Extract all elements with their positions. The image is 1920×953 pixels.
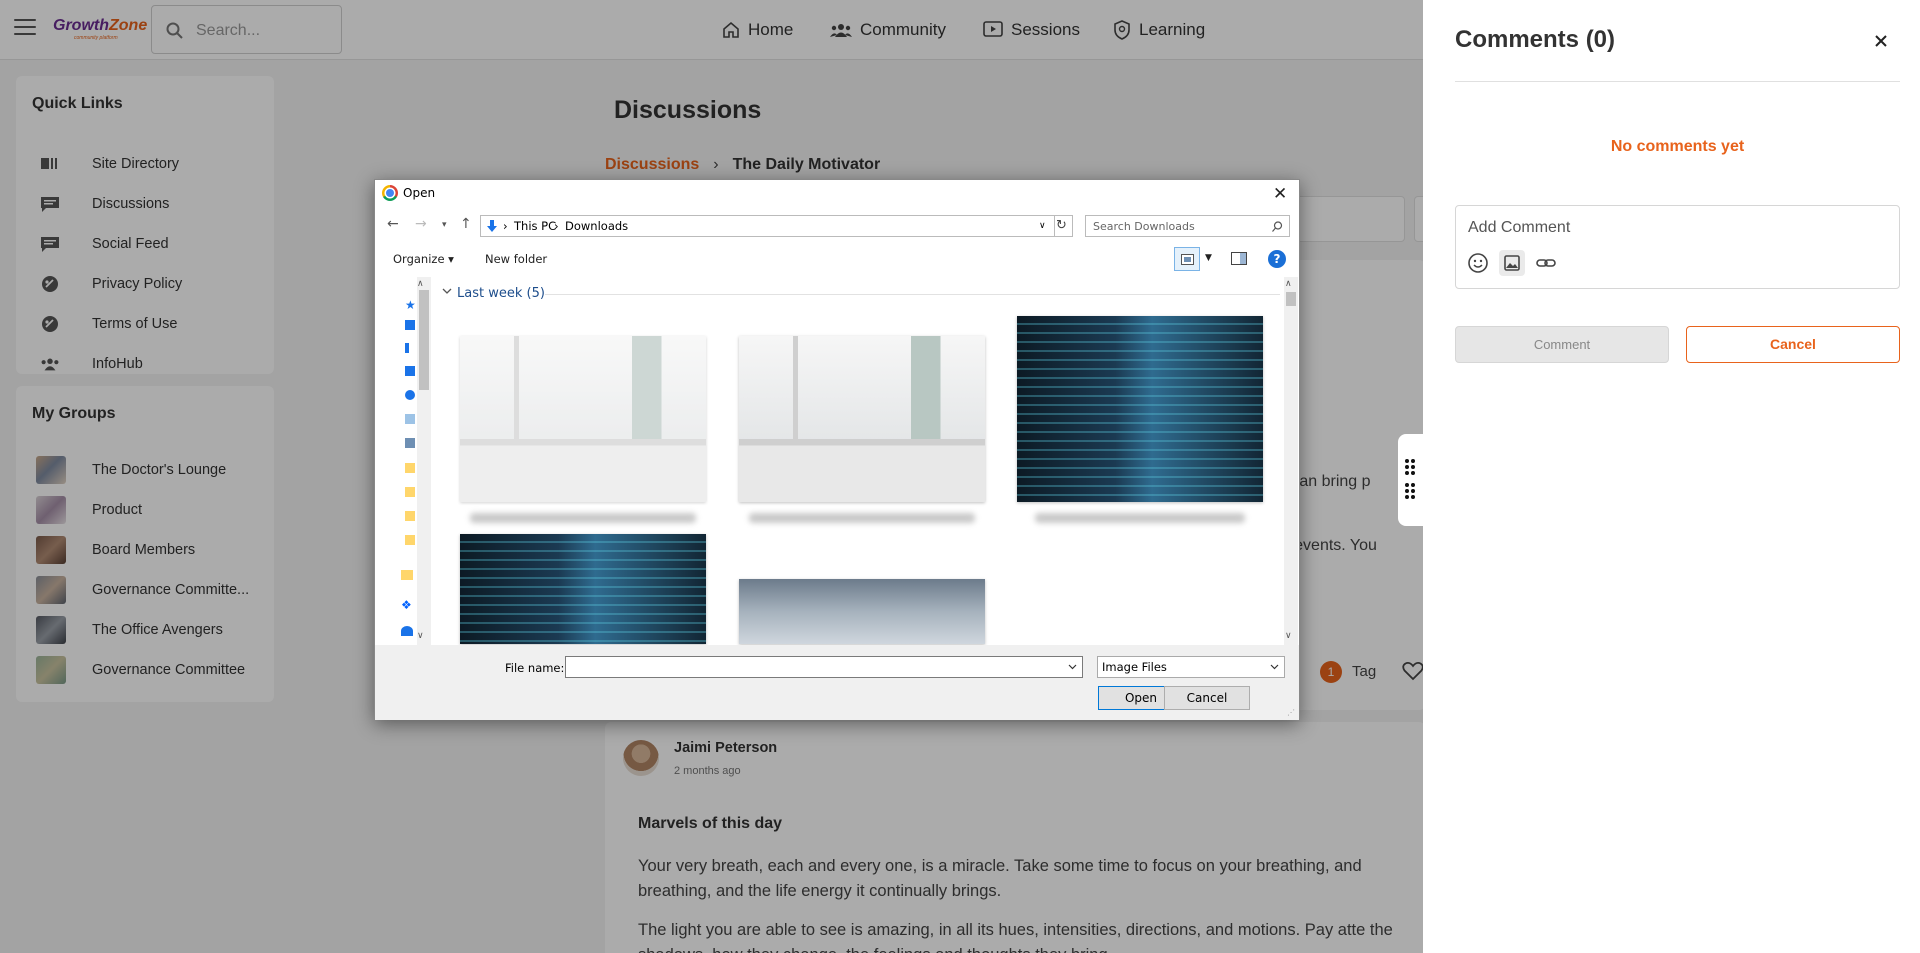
dialog-search-input[interactable]: Search Downloads bbox=[1085, 215, 1290, 237]
onedrive-icon[interactable] bbox=[405, 390, 415, 400]
scroll-up-icon[interactable]: ∧ bbox=[1285, 279, 1292, 289]
comment-input[interactable]: Add Comment bbox=[1455, 205, 1900, 289]
new-folder-button[interactable]: New folder bbox=[485, 252, 547, 266]
navigation-pane-scroll-thumb[interactable] bbox=[419, 290, 429, 390]
group-divider bbox=[545, 294, 1280, 295]
downloads-icon bbox=[487, 220, 497, 232]
link-icon[interactable] bbox=[1533, 250, 1559, 276]
file-name-input[interactable] bbox=[565, 656, 1083, 678]
emoji-icon[interactable] bbox=[1465, 250, 1491, 276]
file-type-dropdown-icon bbox=[1270, 664, 1279, 670]
image-icon[interactable] bbox=[1499, 250, 1525, 276]
large-icons-view-icon bbox=[1181, 254, 1194, 265]
file-name-caption bbox=[749, 513, 975, 523]
scroll-up-icon[interactable]: ∧ bbox=[417, 279, 424, 289]
folder-icon[interactable] bbox=[405, 487, 415, 497]
image-file-thumbnail[interactable] bbox=[739, 336, 985, 502]
folder-icon[interactable] bbox=[405, 511, 415, 521]
file-list-scroll-thumb[interactable] bbox=[1286, 292, 1296, 306]
address-separator: › bbox=[554, 219, 559, 233]
address-bar[interactable]: › This PC › Downloads ∨ bbox=[480, 215, 1055, 237]
folder-icon[interactable] bbox=[401, 570, 413, 580]
dropbox-icon[interactable] bbox=[405, 366, 415, 376]
close-icon[interactable] bbox=[1874, 34, 1888, 48]
comment-submit-button[interactable]: Comment bbox=[1455, 326, 1669, 363]
drawer-drag-handle[interactable] bbox=[1398, 434, 1424, 526]
comment-cancel-button[interactable]: Cancel bbox=[1686, 326, 1900, 363]
file-name-label: File name: bbox=[505, 661, 565, 675]
file-type-value: Image Files bbox=[1102, 660, 1167, 674]
file-group-header[interactable]: Last week (5) bbox=[457, 286, 545, 301]
pictures-icon[interactable] bbox=[405, 438, 415, 448]
image-file-thumbnail[interactable] bbox=[460, 336, 706, 502]
downloads-nav-icon[interactable] bbox=[405, 343, 409, 353]
address-separator: › bbox=[503, 219, 508, 233]
empty-state-text: No comments yet bbox=[1610, 138, 1745, 155]
folder-icon[interactable] bbox=[405, 535, 415, 545]
dropbox-icon[interactable]: ❖ bbox=[401, 598, 412, 612]
dialog-search-placeholder: Search Downloads bbox=[1093, 220, 1195, 233]
scroll-down-icon[interactable]: ∨ bbox=[1285, 631, 1292, 641]
view-options-chevron-icon[interactable]: ▼ bbox=[1205, 253, 1212, 263]
refresh-icon[interactable]: ↻ bbox=[1051, 215, 1073, 237]
documents-icon[interactable] bbox=[405, 414, 415, 424]
file-name-caption bbox=[470, 513, 696, 523]
folder-icon[interactable] bbox=[405, 463, 415, 473]
drag-grip-icon bbox=[1405, 459, 1415, 475]
quick-access-star-icon[interactable]: ★ bbox=[405, 298, 416, 312]
address-dropdown-icon[interactable]: ∨ bbox=[1039, 221, 1046, 231]
change-view-button[interactable] bbox=[1174, 247, 1200, 271]
help-icon[interactable]: ? bbox=[1268, 250, 1286, 268]
up-arrow-icon[interactable]: ↑ bbox=[460, 216, 472, 232]
file-name-caption bbox=[1035, 513, 1245, 523]
forward-arrow-icon[interactable]: → bbox=[415, 216, 427, 232]
file-name-dropdown-icon[interactable] bbox=[1068, 664, 1077, 670]
desktop-icon[interactable] bbox=[405, 320, 415, 330]
recent-locations-chevron-icon[interactable]: ▾ bbox=[442, 220, 447, 230]
dialog-close-icon[interactable]: ✕ bbox=[1273, 184, 1287, 204]
back-arrow-icon[interactable]: ← bbox=[387, 216, 399, 232]
search-icon bbox=[1272, 221, 1283, 232]
dialog-title: Open bbox=[403, 186, 436, 200]
group-collapse-chevron-icon[interactable] bbox=[442, 288, 452, 295]
address-crumb-downloads[interactable]: Downloads bbox=[565, 219, 628, 233]
chrome-icon bbox=[382, 185, 398, 201]
image-file-thumbnail[interactable] bbox=[1017, 316, 1263, 502]
dialog-cancel-button[interactable]: Cancel bbox=[1164, 686, 1250, 710]
preview-pane-icon[interactable] bbox=[1231, 252, 1247, 265]
image-file-thumbnail[interactable] bbox=[460, 534, 706, 644]
open-file-dialog: Open ✕ ← → ▾ ↑ › This PC › Downloads ∨ ↻… bbox=[374, 179, 1300, 720]
image-file-thumbnail[interactable] bbox=[739, 579, 985, 644]
comment-placeholder: Add Comment bbox=[1468, 219, 1571, 236]
resize-grip-icon[interactable]: ⋰ bbox=[1287, 708, 1295, 717]
scroll-down-icon[interactable]: ∨ bbox=[417, 631, 424, 641]
drag-grip-icon bbox=[1405, 483, 1415, 499]
file-list-scrollbar[interactable] bbox=[1284, 277, 1298, 645]
divider bbox=[1455, 81, 1900, 82]
file-type-select[interactable]: Image Files bbox=[1097, 656, 1285, 678]
onedrive-icon[interactable] bbox=[401, 626, 413, 636]
address-crumb-this-pc[interactable]: This PC bbox=[514, 219, 556, 233]
comments-title: Comments (0) bbox=[1455, 26, 1616, 53]
organize-menu[interactable]: Organize ▾ bbox=[393, 252, 454, 266]
